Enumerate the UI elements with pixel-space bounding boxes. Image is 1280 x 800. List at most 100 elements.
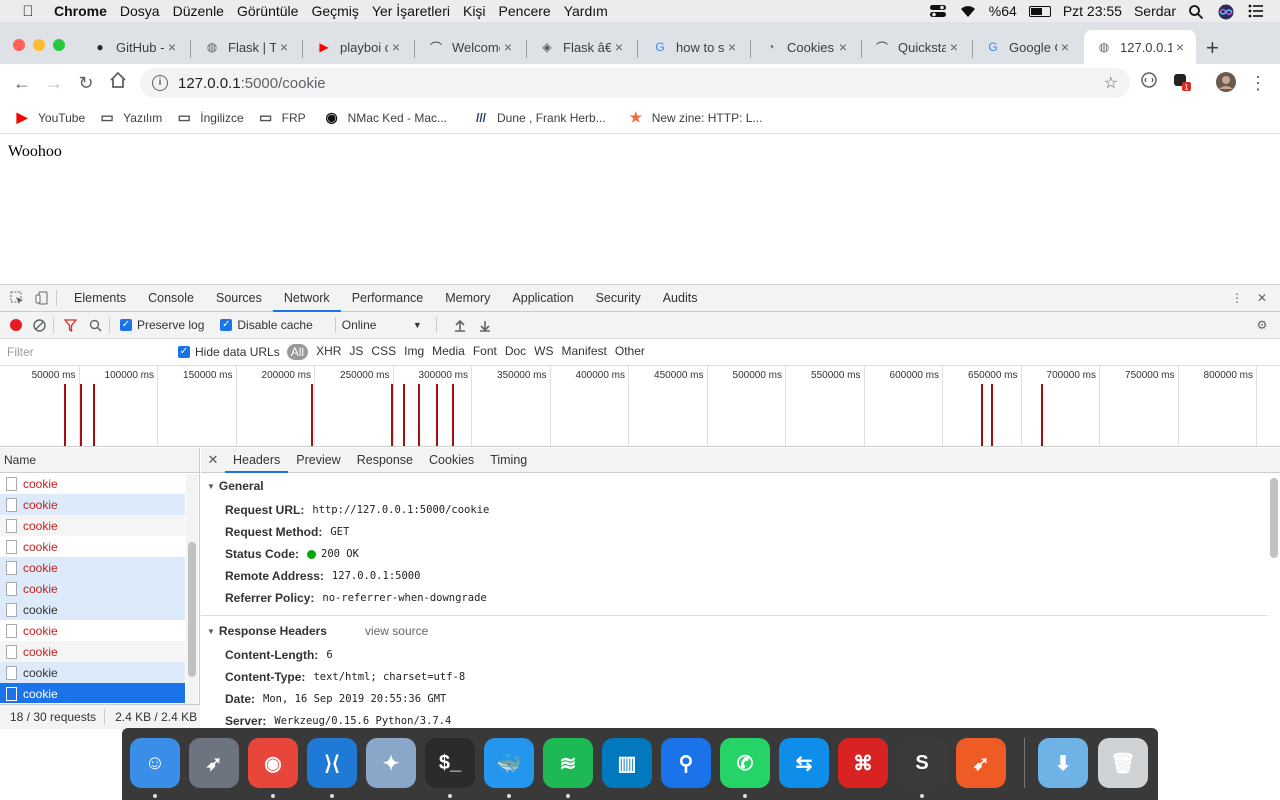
menubar-user[interactable]: Serdar	[1134, 3, 1176, 19]
request-row[interactable]: cookie	[0, 599, 185, 620]
detail-tab-headers[interactable]: Headers	[225, 448, 289, 473]
address-url[interactable]: 127.0.0.1:5000/cookie	[178, 75, 326, 92]
browser-tab[interactable]: ◍ Flask | T ×	[192, 30, 300, 64]
type-filter-doc[interactable]: Doc	[505, 344, 526, 360]
request-row[interactable]: cookie	[0, 662, 185, 683]
maps-pin-icon[interactable]: ⚲	[661, 738, 711, 788]
request-row[interactable]: cookie	[0, 557, 185, 578]
request-row[interactable]: cookie	[0, 578, 185, 599]
menu-dosya[interactable]: Dosya	[120, 3, 160, 19]
detail-tab-preview[interactable]: Preview	[288, 448, 348, 473]
bookmark-item[interactable]: ▶ YouTube	[14, 109, 86, 126]
wifi-icon[interactable]	[959, 4, 977, 18]
bookmark-item[interactable]: ◉ NMac Ked - Mac...	[324, 109, 447, 126]
trash-icon[interactable]: 🗑	[1098, 738, 1148, 788]
notification-center-icon[interactable]	[1248, 4, 1266, 18]
tab-close-icon[interactable]: ×	[835, 39, 851, 55]
back-arrow-icon[interactable]: ←	[10, 71, 34, 95]
spotlight-search-icon[interactable]	[1188, 4, 1206, 20]
request-row[interactable]: cookie	[0, 641, 185, 662]
request-list-scroll-thumb[interactable]	[188, 542, 196, 677]
devtools-tab-performance[interactable]: Performance	[341, 285, 435, 312]
docker-icon[interactable]: 🐳	[484, 738, 534, 788]
type-filter-other[interactable]: Other	[615, 344, 645, 360]
type-filter-media[interactable]: Media	[432, 344, 465, 360]
bookmark-item[interactable]: ▭ Yazılım	[99, 109, 163, 126]
detail-close-icon[interactable]: ✕	[201, 452, 225, 468]
request-row[interactable]: cookie	[0, 620, 185, 641]
disable-cache-label[interactable]: Disable cache	[237, 318, 312, 332]
type-filter-manifest[interactable]: Manifest	[562, 344, 607, 360]
bookmark-item[interactable]: ▭ İngilizce	[176, 109, 244, 126]
launchpad-icon[interactable]: ➶	[189, 738, 239, 788]
clear-icon[interactable]	[31, 317, 47, 333]
tab-close-icon[interactable]: ×	[1172, 39, 1188, 55]
inspect-element-icon[interactable]	[9, 290, 25, 306]
tab-close-icon[interactable]: ×	[276, 39, 292, 55]
menu-yer-isaretleri[interactable]: Yer İşaretleri	[372, 3, 450, 19]
chrome-icon[interactable]: ◉	[248, 738, 298, 788]
browser-tab[interactable]: ◍ 127.0.0.1 ×	[1084, 30, 1196, 64]
browser-tab[interactable]: ● GitHub - ×	[80, 30, 188, 64]
finder-icon[interactable]: ☺	[130, 738, 180, 788]
vscode-icon[interactable]: ⟩⟨	[307, 738, 357, 788]
tab-close-icon[interactable]: ×	[388, 39, 404, 55]
address-bar[interactable]: i 127.0.0.1:5000/cookie ☆	[140, 68, 1130, 98]
disable-cache-checkbox[interactable]: ✓	[220, 319, 233, 331]
type-filter-img[interactable]: Img	[404, 344, 424, 360]
browser-tab[interactable]: ▶ playboi c ×	[304, 30, 412, 64]
window-zoom-button[interactable]	[53, 39, 65, 51]
throttling-select[interactable]: Online ▼	[342, 318, 422, 332]
menu-yardim[interactable]: Yardım	[564, 3, 608, 19]
network-settings-gear-icon[interactable]: ⚙	[1254, 317, 1270, 333]
devtools-tab-sources[interactable]: Sources	[205, 285, 273, 312]
type-filter-js[interactable]: JS	[349, 344, 363, 360]
new-tab-button[interactable]: +	[1206, 35, 1219, 61]
filter-input[interactable]: Filter	[4, 342, 164, 362]
battery-icon[interactable]	[1028, 5, 1051, 17]
bookmark-item[interactable]: ★ New zine: HTTP: L...	[628, 109, 762, 126]
detail-tab-cookies[interactable]: Cookies	[421, 448, 482, 473]
hide-data-urls-checkbox[interactable]: ✓	[178, 346, 190, 358]
filter-funnel-icon[interactable]	[62, 317, 78, 333]
tab-close-icon[interactable]: ×	[611, 39, 627, 55]
trello-icon[interactable]: ▥	[602, 738, 652, 788]
window-minimize-button[interactable]	[33, 39, 45, 51]
profile-avatar[interactable]	[1214, 71, 1238, 95]
request-row[interactable]: cookie	[0, 536, 185, 557]
browser-tab[interactable]: ◈ Flask â€ ×	[527, 30, 635, 64]
tab-close-icon[interactable]: ×	[500, 39, 516, 55]
site-info-icon[interactable]: i	[152, 75, 168, 91]
devtools-tab-security[interactable]: Security	[585, 285, 652, 312]
reload-icon[interactable]: ↻	[74, 71, 98, 95]
request-row[interactable]: cookie	[0, 494, 185, 515]
menu-goruntule[interactable]: Görüntüle	[237, 3, 298, 19]
preview-icon[interactable]: ✦	[366, 738, 416, 788]
control-strip-icon[interactable]	[929, 4, 947, 18]
import-har-icon[interactable]	[452, 317, 468, 333]
devtools-tab-console[interactable]: Console	[137, 285, 205, 312]
downloads-folder-icon[interactable]: ⬇	[1038, 738, 1088, 788]
siri-icon[interactable]	[1218, 4, 1236, 20]
chrome-menu-icon[interactable]: ⋮	[1246, 71, 1270, 95]
whatsapp-icon[interactable]: ✆	[720, 738, 770, 788]
devtools-more-icon[interactable]: ⋮	[1229, 290, 1245, 306]
devtools-tab-network[interactable]: Network	[272, 285, 341, 312]
export-har-icon[interactable]	[477, 317, 493, 333]
devtools-tab-application[interactable]: Application	[501, 285, 584, 312]
name-column-header[interactable]: Name	[0, 448, 199, 473]
postman-icon[interactable]: ➹	[956, 738, 1006, 788]
preserve-log-checkbox[interactable]: ✓	[120, 319, 132, 331]
spotify-icon[interactable]: ≋	[543, 738, 593, 788]
detail-tab-timing[interactable]: Timing	[482, 448, 535, 473]
bookmark-star-icon[interactable]: ☆	[1104, 73, 1118, 93]
record-button[interactable]	[10, 319, 22, 331]
forward-arrow-icon[interactable]: →	[42, 71, 66, 95]
apple-menu-icon[interactable]: 	[14, 3, 42, 20]
browser-tab[interactable]: ⌒ Welcome×	[416, 30, 524, 64]
extension-badge-icon[interactable]: 1	[1170, 71, 1194, 95]
browser-tab[interactable]: ◔ Cookies ×	[751, 30, 859, 64]
window-close-button[interactable]	[13, 39, 25, 51]
browser-tab[interactable]: ⌒ Quicksta ×	[862, 30, 970, 64]
acrobat-icon[interactable]: ⌘	[838, 738, 888, 788]
